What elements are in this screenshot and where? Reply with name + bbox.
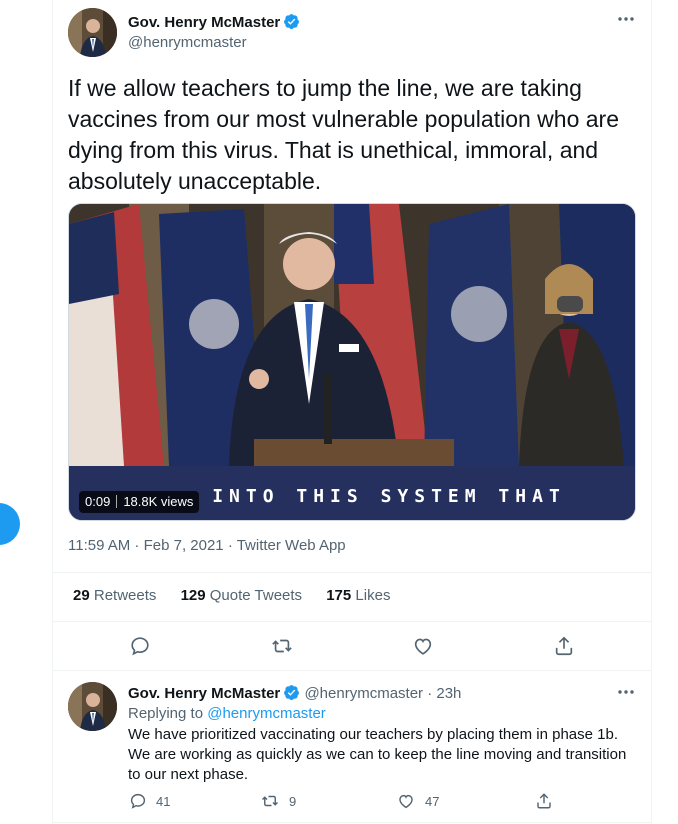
like-icon — [399, 794, 413, 809]
retweet-icon — [261, 795, 279, 807]
avatar-image — [68, 8, 117, 57]
avatar[interactable] — [68, 8, 117, 57]
divider — [53, 822, 651, 823]
replying-handle-link[interactable]: @henrymcmaster — [207, 705, 326, 722]
reply-retweet-button[interactable] — [261, 792, 279, 810]
column-border-right — [651, 0, 652, 824]
likes-label: Likes — [355, 587, 391, 604]
video-frame — [69, 204, 635, 466]
reply-avatar[interactable] — [68, 682, 117, 731]
retweet-icon — [272, 639, 292, 653]
reply-text: We have prioritized vaccinating our teac… — [128, 726, 627, 783]
badge-divider — [116, 495, 118, 508]
divider — [53, 670, 651, 671]
like-icon — [414, 638, 432, 655]
quote-tweets-count: 129 — [180, 587, 206, 604]
reply-button[interactable] — [129, 635, 151, 657]
author-name[interactable]: Gov. Henry McMaster — [128, 13, 300, 31]
reply-icon — [130, 793, 146, 809]
reply-author-name[interactable]: Gov. Henry McMaster — [128, 685, 280, 702]
retweets-label: Retweets — [93, 587, 157, 604]
replying-prefix: Replying to — [128, 705, 204, 722]
video-time: 0:09 — [85, 494, 111, 509]
likes-count: 175 — [326, 587, 352, 604]
retweets-count: 29 — [73, 587, 90, 604]
author-name-text: Gov. Henry McMaster — [128, 14, 281, 31]
reply-reply-button[interactable] — [129, 792, 147, 810]
share-icon — [555, 636, 573, 656]
share-icon — [537, 793, 551, 809]
like-button[interactable] — [412, 635, 434, 657]
tweet-timestamp[interactable]: 11:59 AM · Feb 7, 2021 · Twitter Web App — [68, 537, 346, 554]
reply-like-button[interactable] — [397, 792, 415, 810]
tweet-text: If we allow teachers to jump the line, w… — [68, 75, 620, 194]
likes-stat[interactable]: 175 Likes — [326, 587, 390, 604]
video-views: 18.8K views — [123, 494, 194, 509]
replying-to: Replying to @henrymcmaster — [128, 705, 326, 722]
verified-icon — [284, 685, 300, 701]
compose-tweet-button[interactable] — [0, 503, 20, 545]
reply-share-button[interactable] — [535, 792, 553, 810]
share-button[interactable] — [553, 635, 575, 657]
reply-handle-time[interactable]: @henrymcmaster · 23h — [304, 685, 461, 702]
tweet-stats: 29 Retweets 129 Quote Tweets 175 Likes — [73, 587, 410, 604]
column-border-left — [52, 0, 53, 824]
reply-icon — [131, 637, 149, 656]
reply-header: Gov. Henry McMaster @henrymcmaster · 23h — [128, 684, 461, 702]
reply-reply-count: 41 — [156, 794, 171, 809]
verified-icon — [284, 14, 300, 30]
video-player[interactable]: INTO THIS SYSTEM THAT 0:09 18.8K views — [68, 203, 636, 521]
video-badge: 0:09 18.8K views — [79, 491, 200, 513]
more-icon[interactable] — [616, 15, 636, 23]
avatar-image — [68, 682, 117, 731]
divider — [53, 572, 651, 573]
retweets-stat[interactable]: 29 Retweets — [73, 587, 156, 604]
reply-retweet-count: 9 — [289, 794, 297, 809]
divider — [53, 621, 651, 622]
retweet-button[interactable] — [271, 635, 293, 657]
reply-like-count: 47 — [425, 794, 440, 809]
quote-tweets-stat[interactable]: 129 Quote Tweets — [181, 587, 302, 604]
more-icon[interactable] — [616, 688, 636, 696]
quote-tweets-label: Quote Tweets — [209, 587, 303, 604]
author-handle[interactable]: @henrymcmaster — [128, 34, 247, 51]
